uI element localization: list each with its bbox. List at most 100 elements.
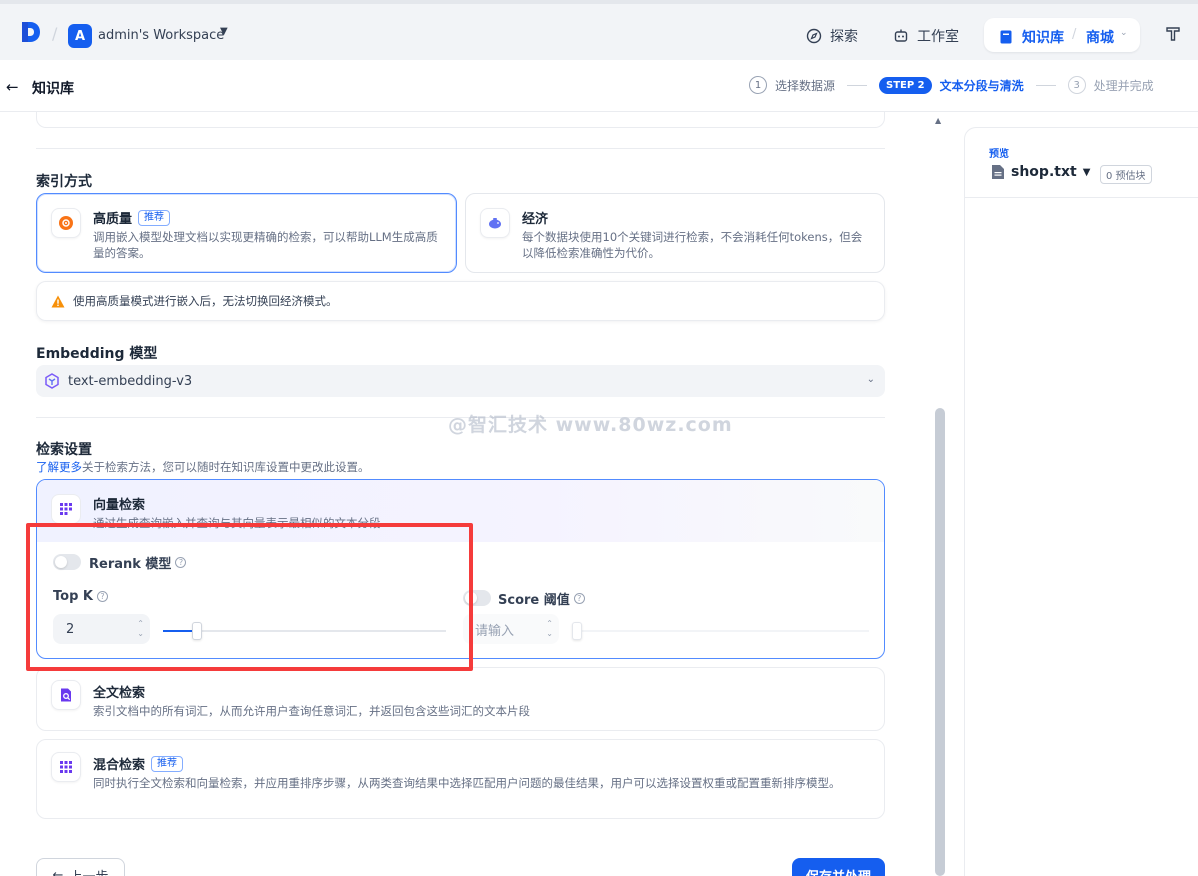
help-icon[interactable]: ? — [96, 591, 108, 602]
scroll-up-arrow-icon[interactable]: ▲ — [935, 116, 941, 125]
score-threshold-label-text: Score 阈值 — [498, 593, 570, 608]
hybrid-name: 混合检索 — [93, 758, 146, 773]
topk-input[interactable]: 2 ⌃ ⌄ — [53, 614, 150, 644]
hybrid-retrieval-card[interactable]: 混合检索 推荐 同时执行全文检索和向量检索，并应用重排序步骤，从两类查询结果中选… — [36, 739, 885, 819]
fulltext-search-icon — [51, 680, 81, 710]
vector-retrieval-desc: 通过生成查询嵌入并查询与其向量表示最相似的文本分段 — [93, 516, 381, 530]
high-quality-desc: 调用嵌入模型处理文档以实现更精确的检索，可以帮助LLM生成高质量的答案。 — [93, 230, 438, 260]
nav-studio[interactable]: 工作室 — [893, 26, 959, 46]
vector-retrieval-name: 向量检索 — [93, 498, 146, 513]
index-economy-card[interactable]: 经济 每个数据块使用10个关键词进行检索，不会消耗任何tokens，但会以降低检… — [465, 193, 885, 273]
step-indicator: 1 选择数据源 STEP 2 文本分段与清洗 3 处理并完成 — [749, 76, 1154, 94]
arrow-left-icon: ← — [52, 867, 64, 876]
embedding-model-value: text-embedding-v3 — [68, 373, 193, 389]
score-threshold-input[interactable]: 请输入 ⌃ ⌄ — [463, 614, 559, 644]
scrollbar-thumb[interactable] — [935, 408, 945, 876]
watermark-text: @智汇技术 www.80wz.com — [448, 414, 733, 436]
nav-knowledge-label: 知识库 — [1022, 30, 1064, 46]
piggy-bank-icon — [480, 208, 510, 238]
topk-slider-thumb[interactable] — [191, 622, 202, 640]
preview-header: 预览 shop.txt ▼ 0 预估块 — [965, 128, 1198, 198]
step2-label: 文本分段与清洗 — [939, 78, 1024, 93]
warning-icon — [51, 295, 65, 307]
warning-text: 使用高质量模式进行嵌入后，无法切换回经济模式。 — [73, 294, 338, 308]
nav-knowledge[interactable]: 知识库 — [998, 27, 1064, 47]
embedding-model-select[interactable]: text-embedding-v3 ⌄ — [36, 365, 885, 397]
economy-name: 经济 — [522, 212, 549, 227]
help-icon[interactable]: ? — [573, 593, 585, 604]
preview-file-name: shop.txt — [1011, 164, 1077, 180]
pill-separator: / — [1072, 27, 1077, 42]
index-method-title: 索引方式 — [36, 174, 92, 190]
tool-icon[interactable] — [1165, 26, 1181, 42]
rerank-label: Rerank 模型 ? — [89, 553, 187, 572]
topk-label: Top K ? — [53, 589, 108, 604]
vector-retrieval-card[interactable]: 向量检索 通过生成查询嵌入并查询与其向量表示最相似的文本分段 Rerank 模型… — [36, 479, 885, 659]
score-threshold-toggle[interactable] — [463, 590, 491, 606]
score-threshold-label: Score 阈值 ? — [498, 589, 585, 608]
book-icon — [1000, 30, 1012, 44]
estimated-chunks-badge: 0 预估块 — [1100, 165, 1152, 184]
workspace-name[interactable]: admin's Workspace — [98, 28, 224, 43]
economy-title: 经济 — [522, 208, 548, 227]
nav-studio-label: 工作室 — [917, 29, 959, 45]
index-high-quality-card[interactable]: 高质量 推荐 调用嵌入模型处理文档以实现更精确的检索，可以帮助LLM生成高质量的… — [36, 193, 457, 273]
stepper-arrows-icon[interactable]: ⌃ ⌄ — [137, 619, 144, 639]
model-provider-icon — [45, 373, 59, 389]
retrieval-help: 了解更多关于检索方法，您可以随时在知识库设置中更改此设置。 — [36, 459, 370, 475]
economy-desc: 每个数据块使用10个关键词进行检索，不会消耗任何tokens，但会以降低检索准确… — [522, 230, 863, 260]
topk-value: 2 — [66, 621, 75, 637]
help-icon[interactable]: ? — [175, 557, 187, 568]
step2-badge: STEP 2 — [879, 76, 932, 94]
hybrid-grid-icon — [51, 752, 81, 782]
step1-label: 选择数据源 — [775, 78, 836, 93]
score-slider-thumb[interactable] — [572, 622, 582, 640]
vector-retrieval-header[interactable] — [37, 480, 884, 542]
step3-number: 3 — [1067, 76, 1086, 94]
workspace-avatar[interactable]: A — [68, 24, 92, 48]
previous-step-button[interactable]: ← 上一步 — [36, 858, 125, 876]
score-threshold-placeholder: 请输入 — [475, 623, 515, 639]
save-and-process-button[interactable]: 保存并处理 — [792, 858, 885, 876]
chevron-down-icon: ▼ — [1082, 166, 1091, 178]
index-warning: 使用高质量模式进行嵌入后，无法切换回经济模式。 — [36, 281, 885, 321]
learn-more-link[interactable]: 了解更多 — [36, 460, 82, 474]
nav-explore[interactable]: 探索 — [806, 26, 858, 46]
high-quality-title: 高质量 推荐 — [93, 208, 171, 227]
rerank-toggle[interactable] — [53, 554, 81, 570]
chevron-down-icon[interactable]: ▼ — [220, 26, 228, 37]
stepper-arrows-icon[interactable]: ⌃ ⌄ — [546, 619, 553, 639]
recommend-badge: 推荐 — [151, 755, 184, 772]
previous-card-edge — [36, 112, 885, 128]
step-connector — [1035, 84, 1056, 86]
sub-header: ← 知识库 1 选择数据源 STEP 2 文本分段与清洗 3 处理并完成 — [0, 60, 1198, 112]
nav-separator: / — [52, 24, 58, 43]
embedding-model-title: Embedding 模型 — [36, 346, 158, 362]
nav-mall-label[interactable]: 商城 — [1086, 27, 1114, 47]
fulltext-name: 全文检索 — [93, 686, 146, 701]
nav-knowledge-pill[interactable]: 知识库 / 商城 ⌄ — [984, 18, 1140, 52]
back-arrow-icon[interactable]: ← — [6, 78, 19, 96]
nav-explore-label: 探索 — [830, 29, 858, 45]
fulltext-retrieval-card[interactable]: 全文检索 索引文档中的所有词汇，从而允许用户查询任意词汇，并返回包含这些词汇的文… — [36, 667, 885, 731]
app-logo[interactable] — [20, 20, 42, 44]
learn-more-suffix: 关于检索方法，您可以随时在知识库设置中更改此设置。 — [82, 460, 370, 474]
chevron-down-icon[interactable]: ⌄ — [1120, 28, 1128, 38]
preview-panel: 预览 shop.txt ▼ 0 预估块 — [964, 127, 1198, 876]
score-threshold-slider[interactable] — [572, 622, 869, 640]
recommend-badge: 推荐 — [138, 209, 171, 226]
topk-slider[interactable] — [163, 622, 446, 640]
vector-grid-icon — [51, 494, 81, 524]
robot-icon — [894, 29, 908, 42]
step-connector — [847, 84, 868, 86]
topk-label-text: Top K — [53, 589, 93, 604]
compass-icon — [806, 28, 822, 44]
hybrid-title: 混合检索 推荐 — [93, 754, 184, 773]
top-nav: / A admin's Workspace ▼ 探索 工作室 知识库 / 商城 … — [0, 0, 1198, 60]
fulltext-desc: 索引文档中的所有词汇，从而允许用户查询任意词汇，并返回包含这些词汇的文本片段 — [93, 704, 530, 718]
chevron-down-icon: ⌄ — [866, 374, 875, 385]
preview-file-selector[interactable]: shop.txt ▼ — [991, 164, 1090, 180]
high-quality-name: 高质量 — [93, 212, 133, 227]
page-title[interactable]: 知识库 — [32, 78, 74, 98]
previous-step-label: 上一步 — [69, 866, 108, 876]
